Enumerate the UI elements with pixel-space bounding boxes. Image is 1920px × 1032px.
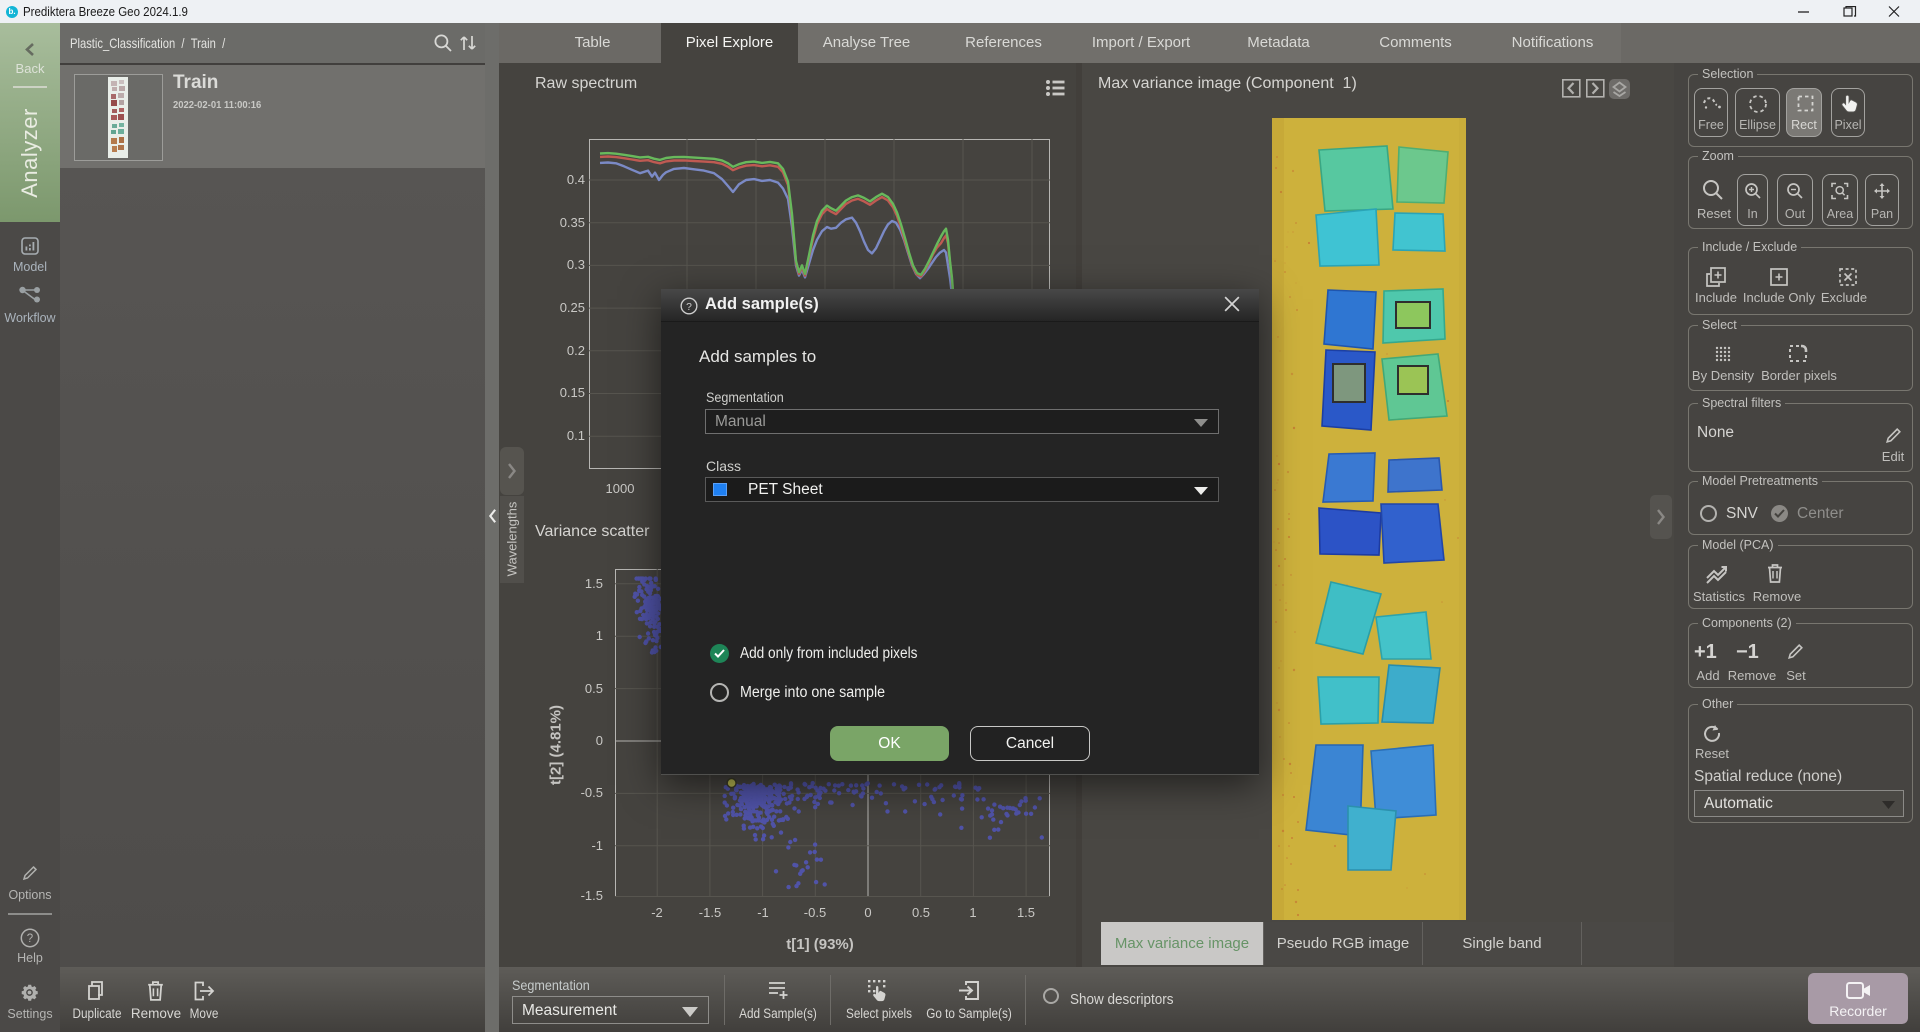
svg-text:?: ? bbox=[686, 302, 692, 313]
svg-text:?: ? bbox=[27, 933, 33, 945]
